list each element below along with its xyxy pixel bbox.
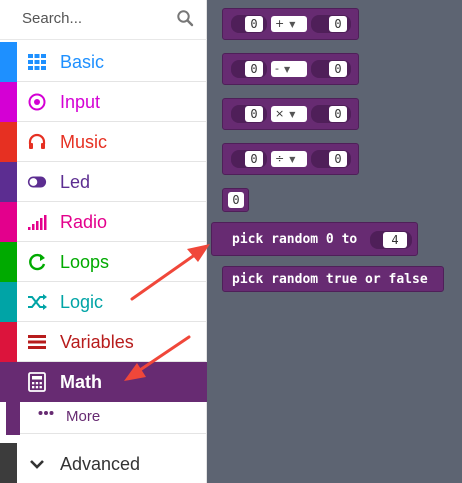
category-label: Led: [60, 172, 91, 192]
category-color-bar: [0, 242, 17, 282]
category-label: Radio: [60, 212, 108, 232]
category-advanced[interactable]: Advanced: [0, 443, 207, 483]
category-color-bar: [0, 443, 17, 483]
math-add-block[interactable]: 0 + ▼ 0: [222, 8, 359, 40]
category-color-bar: [0, 162, 17, 202]
operator-symbol: ×: [275, 107, 285, 120]
category-loops[interactable]: Loops: [0, 242, 207, 282]
dropdown-caret-icon: ▼: [289, 20, 296, 29]
target-icon: [28, 93, 46, 111]
category-label: Input: [60, 92, 101, 112]
math-pick-random-boolean-block[interactable]: pick random true or false: [222, 266, 444, 292]
headphones-icon: [28, 133, 46, 149]
math-multiply-block[interactable]: 0 × ▼ 0: [222, 98, 359, 130]
more-dots-icon: [38, 411, 54, 415]
category-color-bar: [0, 282, 17, 322]
dropdown-caret-icon: ▼: [289, 110, 296, 119]
operator-dropdown[interactable]: - ▼: [271, 61, 307, 77]
right-operand[interactable]: 0: [329, 16, 347, 32]
category-music[interactable]: Music: [0, 122, 207, 162]
search-bar: [0, 0, 207, 40]
category-color-bar: [0, 202, 17, 242]
random-max-value[interactable]: 4: [383, 232, 407, 248]
search-input[interactable]: [6, 0, 182, 36]
category-variables[interactable]: Variables: [0, 322, 207, 362]
category-basic[interactable]: Basic: [0, 42, 207, 82]
block-text: pick random true or false: [232, 272, 428, 287]
list-icon: [28, 335, 46, 349]
operator-symbol: -: [275, 62, 279, 75]
category-radio[interactable]: Radio: [0, 202, 207, 242]
left-operand[interactable]: 0: [245, 151, 263, 167]
right-operand[interactable]: 0: [329, 61, 347, 77]
math-subtract-block[interactable]: 0 - ▼ 0: [222, 53, 359, 85]
category-label: Variables: [60, 332, 134, 352]
advanced-label: Advanced: [60, 454, 141, 474]
search-icon[interactable]: [176, 9, 194, 27]
category-led[interactable]: Led: [0, 162, 207, 202]
category-color-bar: [0, 122, 17, 162]
left-operand[interactable]: 0: [245, 106, 263, 122]
category-math-more[interactable]: More: [6, 399, 207, 435]
category-color-bar: [0, 322, 17, 362]
category-label: Loops: [60, 252, 110, 272]
left-operand[interactable]: 0: [245, 61, 263, 77]
category-input[interactable]: Input: [0, 82, 207, 122]
category-label: Math: [60, 372, 102, 392]
operator-dropdown[interactable]: + ▼: [271, 16, 307, 32]
math-number-block[interactable]: 0: [222, 188, 249, 212]
signal-icon: [28, 215, 47, 230]
right-operand[interactable]: 0: [329, 106, 347, 122]
category-label: Music: [60, 132, 108, 152]
dropdown-caret-icon: ▼: [283, 65, 291, 74]
operator-symbol: ÷: [275, 152, 285, 165]
math-pick-random-block[interactable]: pick random 0 to 4: [211, 222, 418, 256]
category-math[interactable]: Math: [0, 362, 207, 402]
blocks-flyout: 0 + ▼ 0 0 - ▼ 0 0 × ▼ 0 0 ÷ ▼ 0 0 pick r…: [207, 0, 462, 483]
grid-icon: [28, 54, 46, 70]
shuffle-icon: [28, 294, 47, 310]
dropdown-caret-icon: ▼: [289, 155, 296, 164]
toggle-icon: [27, 176, 47, 188]
toolbox: Basic Input Music: [0, 0, 207, 483]
category-color-bar: [0, 42, 17, 82]
math-divide-block[interactable]: 0 ÷ ▼ 0: [222, 143, 359, 175]
category-color-bar: [0, 82, 17, 122]
right-operand[interactable]: 0: [329, 151, 347, 167]
makecode-editor: Basic Input Music: [0, 0, 462, 483]
calculator-icon: [28, 372, 46, 392]
category-label: Basic: [60, 52, 105, 72]
operator-symbol: +: [275, 17, 285, 30]
left-operand[interactable]: 0: [245, 16, 263, 32]
more-label: More: [66, 408, 101, 425]
category-logic[interactable]: Logic: [0, 282, 207, 322]
block-text: pick random 0 to: [232, 232, 358, 247]
number-value[interactable]: 0: [228, 192, 244, 208]
operator-dropdown[interactable]: ÷ ▼: [271, 151, 307, 167]
category-color-bar: [6, 399, 20, 435]
refresh-icon: [29, 253, 46, 271]
operator-dropdown[interactable]: × ▼: [271, 106, 307, 122]
chevron-down-icon: [30, 460, 44, 469]
category-label: Logic: [60, 292, 104, 312]
